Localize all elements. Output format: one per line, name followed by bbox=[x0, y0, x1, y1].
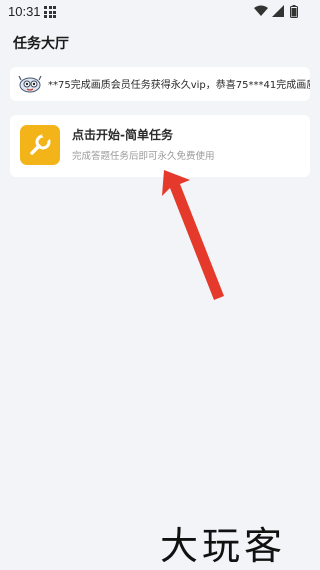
broadcast-avatar-icon bbox=[18, 75, 42, 93]
watermark-logo: 大玩客 bbox=[160, 524, 287, 568]
notice-banner[interactable]: **75完成画质会员任务获得永久vip，恭喜75***41完成画质 bbox=[10, 67, 310, 101]
page-title: 任务大厅 bbox=[13, 36, 69, 52]
status-bar: 10:31 bbox=[0, 0, 320, 24]
task-title: 点击开始-简单任务 bbox=[72, 128, 173, 142]
battery-icon bbox=[290, 5, 298, 18]
wifi-icon bbox=[254, 5, 268, 16]
signal-icon bbox=[272, 5, 284, 17]
red-arrow-annotation bbox=[162, 170, 224, 300]
task-icon-tile bbox=[20, 125, 60, 165]
wrench-icon bbox=[30, 133, 51, 155]
grid-icon bbox=[44, 6, 56, 18]
notice-marquee-text: **75完成画质会员任务获得永久vip，恭喜75***41完成画质 bbox=[48, 80, 310, 91]
status-time: 10:31 bbox=[8, 4, 41, 19]
